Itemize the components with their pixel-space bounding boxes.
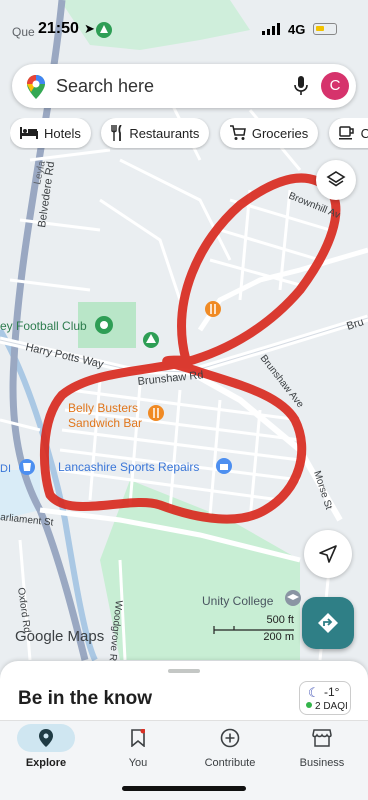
map-scale: 500 ft 200 m bbox=[212, 614, 302, 648]
nav-explore[interactable]: Explore bbox=[0, 721, 92, 791]
store-pin-icon[interactable] bbox=[19, 459, 35, 475]
google-maps-pin-icon bbox=[27, 75, 45, 99]
chip-restaurants[interactable]: Restaurants bbox=[101, 118, 210, 148]
search-bar[interactable]: Search here C bbox=[12, 64, 356, 108]
chip-restaurants-label: Restaurants bbox=[129, 125, 200, 141]
layers-icon bbox=[326, 171, 346, 187]
chip-groceries-label: Groceries bbox=[251, 125, 309, 141]
chip-coffee[interactable]: Co bbox=[328, 118, 368, 148]
scale-feet: 500 ft bbox=[266, 614, 294, 626]
air-quality: 2 DAQI bbox=[306, 701, 348, 712]
sports-shop-pin-icon[interactable] bbox=[216, 458, 232, 474]
nav-you[interactable]: You bbox=[92, 721, 184, 791]
add-circle-icon bbox=[201, 724, 259, 752]
weather-temperature: -1° bbox=[324, 685, 340, 699]
chip-hotels[interactable]: Hotels bbox=[10, 118, 91, 148]
directions-button[interactable] bbox=[302, 597, 354, 649]
weather-chip[interactable]: ☾ -1° 2 DAQI bbox=[299, 681, 351, 715]
moon-icon: ☾ bbox=[308, 685, 320, 700]
signal-icon bbox=[262, 23, 280, 35]
scale-meters: 200 m bbox=[263, 631, 294, 643]
restaurant-pin-icon[interactable] bbox=[205, 301, 221, 317]
category-chips: Hotels Restaurants Groceries Co bbox=[10, 118, 368, 150]
label-belly-busters: Belly Busters bbox=[68, 401, 138, 415]
nav-you-label: You bbox=[128, 757, 148, 769]
search-input[interactable]: Search here bbox=[56, 76, 154, 97]
chip-hotels-label: Hotels bbox=[44, 125, 81, 141]
home-indicator bbox=[122, 786, 246, 791]
college-pin-icon[interactable] bbox=[285, 590, 301, 606]
chip-coffee-label: Co bbox=[360, 125, 368, 141]
chip-groceries[interactable]: Groceries bbox=[219, 118, 319, 148]
navigation-arrow-icon bbox=[319, 545, 337, 563]
cart-icon bbox=[229, 125, 246, 140]
bookmark-icon bbox=[109, 724, 167, 752]
layers-button[interactable] bbox=[316, 160, 356, 200]
maps-screen: Que Belvedere Rd Leyla ey Football Club … bbox=[0, 0, 368, 800]
microphone-icon[interactable] bbox=[294, 76, 308, 96]
status-time: 21:50 bbox=[38, 20, 79, 37]
my-location-button[interactable] bbox=[304, 530, 352, 578]
explore-sheet[interactable]: Be in the know ☾ -1° 2 DAQI bbox=[0, 661, 368, 721]
coffee-icon bbox=[338, 126, 354, 140]
location-arrow-icon: ➤ bbox=[84, 21, 95, 36]
account-avatar[interactable]: C bbox=[321, 72, 349, 100]
battery-icon bbox=[313, 23, 337, 35]
label-football-club: ey Football Club bbox=[0, 319, 87, 333]
sandwich-bar-pin-icon[interactable] bbox=[148, 405, 164, 421]
label-unity-college: Unity College bbox=[202, 594, 274, 608]
nav-explore-label: Explore bbox=[25, 757, 67, 769]
explore-pin-icon bbox=[17, 724, 75, 752]
google-maps-logo: Google Maps bbox=[15, 628, 105, 645]
network-type: 4G bbox=[288, 22, 306, 37]
bed-icon bbox=[20, 127, 38, 139]
label-di: DI bbox=[0, 463, 11, 475]
sheet-title: Be in the know bbox=[18, 688, 153, 709]
label-lancashire-sports: Lancashire Sports Repairs bbox=[58, 460, 199, 474]
label-sandwich-bar: Sandwich Bar bbox=[68, 416, 142, 430]
nav-business-label: Business bbox=[299, 757, 345, 769]
fork-knife-icon bbox=[111, 125, 123, 141]
park-tree-pin-icon[interactable] bbox=[143, 332, 159, 348]
status-bar: 21:50 ➤ 4G bbox=[0, 18, 368, 44]
nav-business[interactable]: Business bbox=[276, 721, 368, 791]
sheet-drag-handle[interactable] bbox=[168, 669, 200, 673]
storefront-icon bbox=[293, 724, 351, 752]
football-club-pin-icon[interactable] bbox=[95, 316, 113, 334]
directions-icon bbox=[318, 613, 338, 633]
nav-contribute[interactable]: Contribute bbox=[184, 721, 276, 791]
nav-contribute-label: Contribute bbox=[204, 757, 256, 769]
